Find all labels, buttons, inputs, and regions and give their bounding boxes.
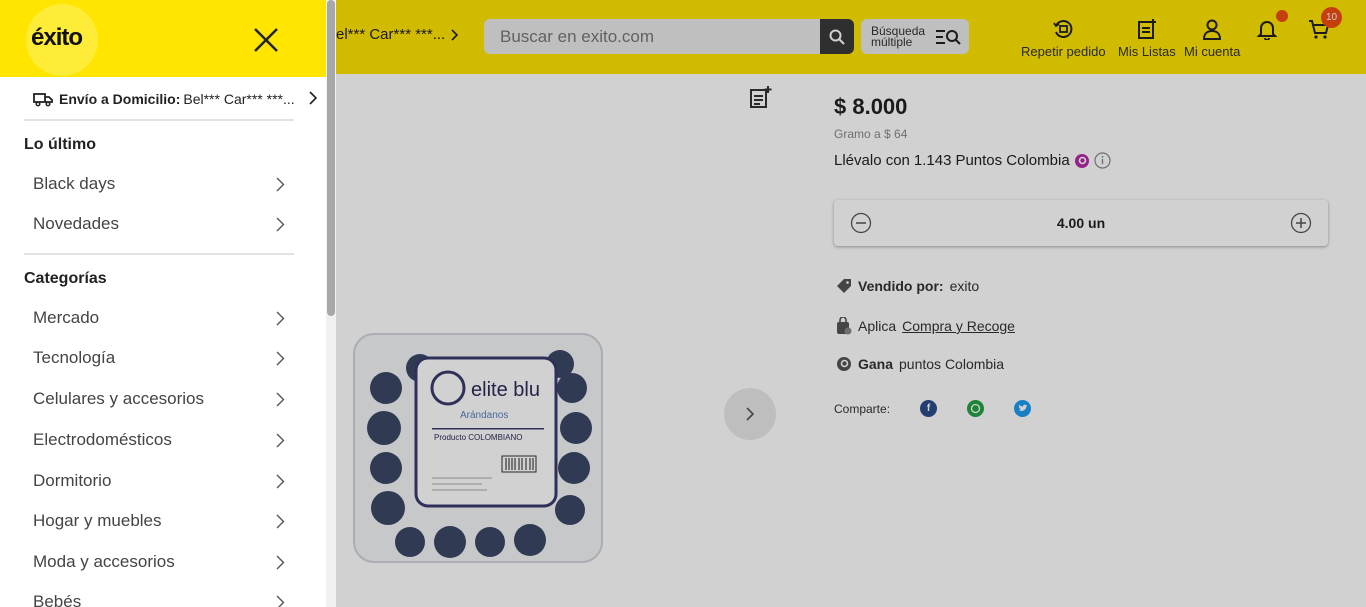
menu-item-moda[interactable]: Moda y accesorios: [33, 547, 289, 577]
menu-item-electrodomesticos[interactable]: Electrodomésticos: [33, 425, 289, 455]
chevron-right-icon: [276, 351, 285, 366]
menu-item-bebes[interactable]: Bebés: [33, 587, 289, 607]
menu-item-label: Mercado: [33, 308, 100, 327]
exito-logo[interactable]: éxito: [31, 24, 83, 52]
section-title-latest: Lo último: [24, 136, 96, 153]
menu-item-label: Hogar y muebles: [33, 511, 162, 530]
menu-item-label: Black days: [33, 174, 116, 193]
menu-item-mercado[interactable]: Mercado: [33, 303, 289, 333]
menu-item-label: Tecnología: [33, 348, 116, 367]
divider: [24, 119, 294, 121]
delivery-address-selector[interactable]: Envío a Domicilio: Bel*** Car*** ***...: [33, 88, 323, 110]
chevron-right-icon: [276, 474, 285, 489]
menu-item-label: Novedades: [33, 214, 120, 233]
close-icon[interactable]: [250, 24, 282, 56]
menu-item-label: Celulares y accesorios: [33, 389, 205, 408]
menu-item-celulares[interactable]: Celulares y accesorios: [33, 384, 289, 414]
chevron-right-icon: [276, 595, 285, 607]
menu-item-label: Bebés: [33, 592, 82, 607]
menu-item-hogar[interactable]: Hogar y muebles: [33, 506, 289, 536]
section-title-categories: Categorías: [24, 270, 107, 287]
chevron-right-icon: [276, 311, 285, 326]
delivery-label: Envío a Domicilio:: [59, 91, 181, 107]
divider: [24, 253, 294, 255]
menu-item-black-days[interactable]: Black days: [33, 169, 289, 199]
chevron-right-icon: [276, 514, 285, 529]
menu-item-tecnologia[interactable]: Tecnología: [33, 343, 289, 373]
drawer-header: éxito: [0, 0, 326, 77]
chevron-right-icon: [276, 177, 285, 192]
menu-item-novedades[interactable]: Novedades: [33, 209, 289, 239]
drawer-scrollbar-thumb[interactable]: [327, 0, 335, 316]
menu-item-label: Dormitorio: [33, 471, 112, 490]
menu-item-label: Electrodomésticos: [33, 430, 172, 449]
chevron-right-icon: [309, 91, 317, 105]
truck-icon: [33, 93, 53, 107]
chevron-right-icon: [276, 433, 285, 448]
menu-item-label: Moda y accesorios: [33, 552, 175, 571]
side-menu-drawer: éxito Envío a Domicilio: Bel*** Car*** *…: [0, 0, 326, 607]
chevron-right-icon: [276, 217, 285, 232]
chevron-right-icon: [276, 555, 285, 570]
chevron-right-icon: [276, 392, 285, 407]
menu-item-dormitorio[interactable]: Dormitorio: [33, 466, 289, 496]
delivery-value: Bel*** Car*** ***...: [183, 91, 295, 107]
